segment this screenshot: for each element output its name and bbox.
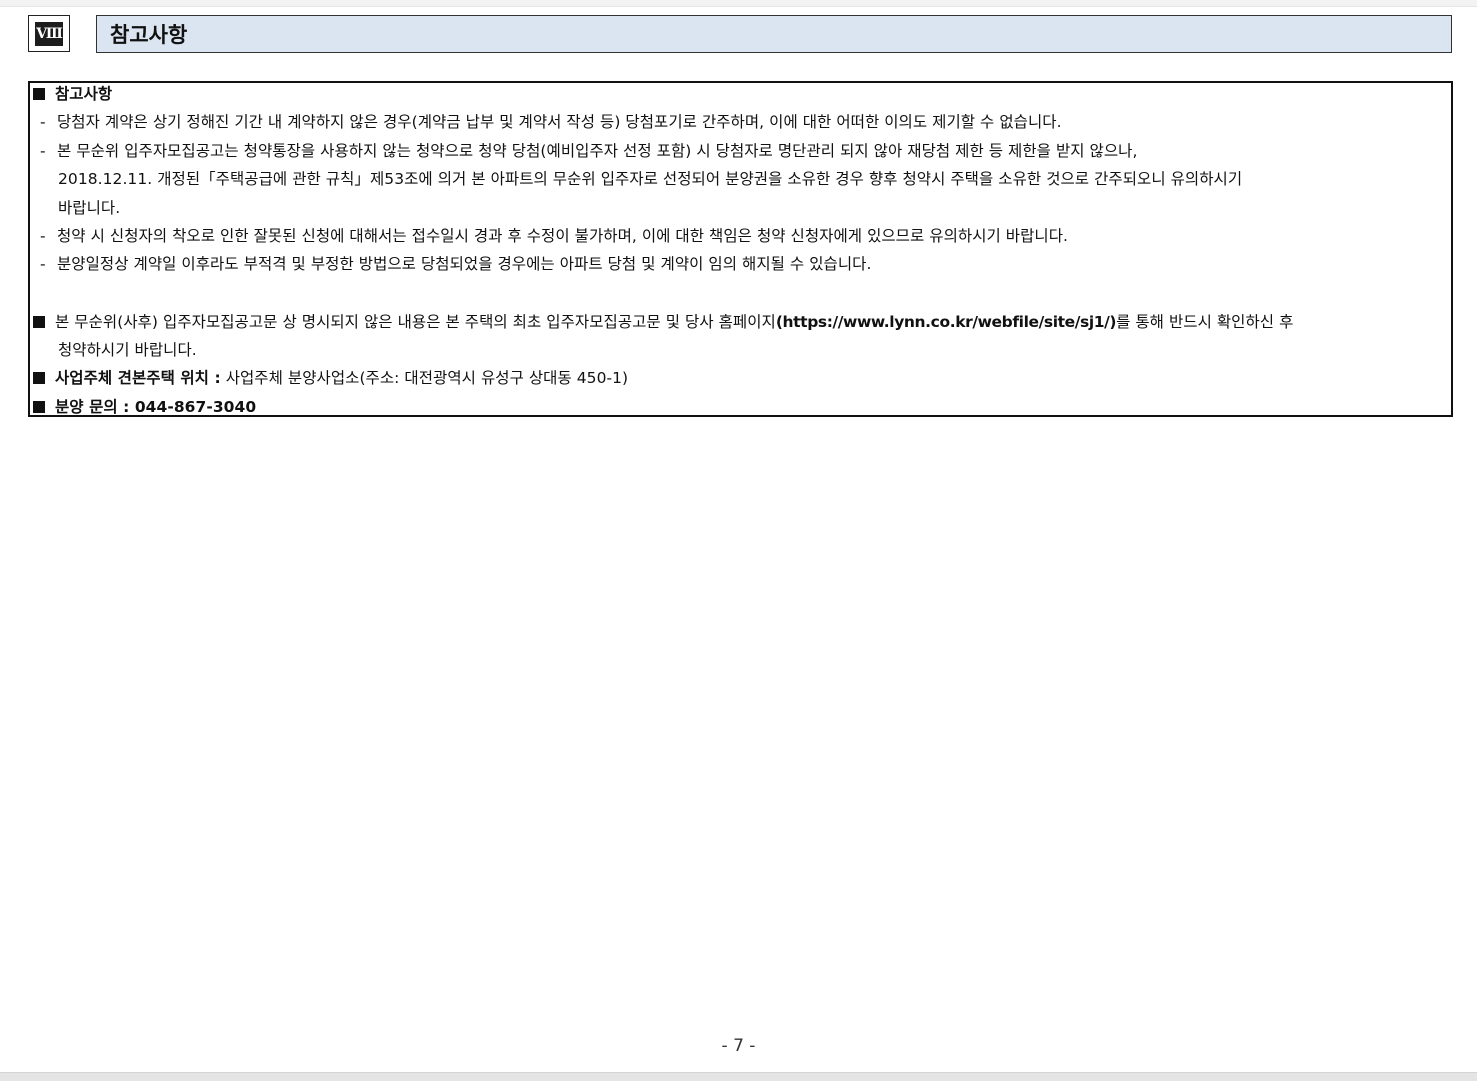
homepage-link[interactable]: (https://www.lynn.co.kr/webfile/site/sj1…	[776, 313, 1117, 331]
model-house-label: 사업주체 견본주택 위치 :	[55, 369, 221, 387]
section-number: Ⅷ	[35, 21, 63, 46]
note-item-continuation: 2018.12.11. 개정된「주택공급에 관한 규칙」제53조에 의거 본 아…	[58, 170, 1243, 188]
dash-marker: -	[40, 142, 46, 160]
dash-marker: -	[40, 227, 46, 245]
notes-heading: 참고사항	[55, 85, 113, 103]
dash-marker: -	[40, 113, 46, 131]
note-item-continuation: 바랍니다.	[58, 199, 121, 217]
inquiry-phone: 044-867-3040	[134, 398, 257, 416]
model-house-value: 사업주체 분양사업소(주소: 대전광역시 유성구 상대동 450-1)	[225, 369, 629, 387]
viewer-top-edge	[0, 0, 1477, 7]
square-bullet-icon	[33, 372, 45, 384]
section-title: 참고사항	[110, 23, 188, 47]
section-title-box: 참고사항	[96, 15, 1452, 53]
note-item: - 청약 시 신청자의 착오로 인한 잘못된 신청에 대해서는 접수일시 경과 후…	[33, 226, 1068, 246]
inquiry-label: 분양 문의 :	[55, 398, 130, 416]
note-item: - 분양일정상 계약일 이후라도 부적격 및 부정한 방법으로 당첨되었을 경우에…	[33, 254, 871, 274]
reference-continuation: 청약하시기 바랍니다.	[58, 341, 197, 359]
reference-line: 본 무순위(사후) 입주자모집공고문 상 명시되지 않은 내용은 본 주택의 최…	[33, 312, 1293, 332]
square-bullet-icon	[33, 401, 45, 413]
square-bullet-icon	[33, 88, 45, 100]
square-bullet-icon	[33, 316, 45, 328]
page-number: - 7 -	[721, 1036, 756, 1056]
notes-heading-line: 참고사항	[33, 84, 112, 104]
dash-marker: -	[40, 255, 46, 273]
note-item: - 당첨자 계약은 상기 정해진 기간 내 계약하지 않은 경우(계약금 납부 및…	[33, 112, 1062, 132]
inquiry-line: 분양 문의 : 044-867-3040	[33, 397, 256, 417]
section-number-box: Ⅷ	[28, 15, 70, 52]
notes-content-box: 참고사항 - 당첨자 계약은 상기 정해진 기간 내 계약하지 않은 경우(계약금…	[28, 81, 1453, 417]
model-house-line: 사업주체 견본주택 위치 : 사업주체 분양사업소(주소: 대전광역시 유성구 …	[33, 368, 628, 388]
note-item: -본 무순위 입주자모집공고는 청약통장을 사용하지 않는 청약으로 청약 당첨…	[33, 141, 1137, 161]
